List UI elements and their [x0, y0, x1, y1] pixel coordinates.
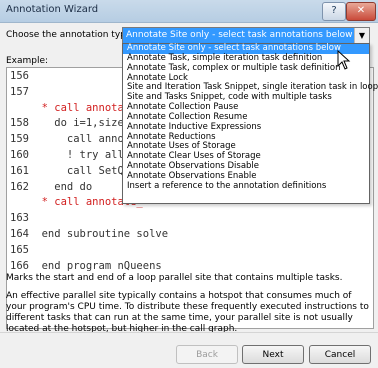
annotation-type-dropdown-list[interactable]: Annotate Site only - select task annotat…	[122, 43, 378, 204]
code-line-number: 157	[10, 85, 29, 98]
annotation-type-selected-value: Annotate Site only - select task annotat…	[126, 30, 353, 40]
title-bar: Annotation Wizard ? ✕	[0, 0, 378, 23]
annotation-wizard-dialog: Annotation Wizard ? ✕ Choose the annotat…	[0, 0, 378, 368]
description-summary: Marks the start and end of a loop parall…	[6, 273, 343, 283]
code-line-number: 161	[10, 164, 29, 177]
window-title: Annotation Wizard	[6, 4, 99, 15]
annotation-type-select[interactable]: Annotate Site only - select task annotat…	[122, 27, 370, 44]
mouse-cursor-icon	[337, 50, 351, 70]
description-detail: An effective parallel site typically con…	[6, 291, 369, 334]
code-line-number: 160	[10, 148, 29, 161]
code-line-text: do i=1,size	[28, 117, 124, 130]
code-line-number: 163	[10, 212, 29, 225]
next-button[interactable]: Next	[242, 345, 304, 364]
code-line-number	[10, 102, 29, 114]
code-line-text: end subroutine solve	[28, 227, 169, 240]
code-line-text: end do	[28, 180, 93, 193]
cancel-button[interactable]: Cancel	[309, 345, 371, 364]
annotation-type-label: Choose the annotation type:	[6, 30, 135, 40]
code-line-text: end program nQueens	[28, 259, 162, 272]
code-line: 165	[10, 243, 168, 259]
code-line-text: call SetQu	[28, 164, 131, 177]
code-line: 166 end program nQueens	[10, 259, 168, 275]
code-line-number: 166	[10, 259, 29, 272]
code-line-number: 164	[10, 227, 29, 240]
code-line-number: 156	[10, 70, 29, 82]
button-separator	[0, 332, 378, 333]
code-line: 164 end subroutine solve	[10, 227, 168, 243]
example-label: Example:	[6, 56, 49, 66]
back-button[interactable]: Back	[176, 345, 238, 364]
code-line-number: 165	[10, 243, 29, 256]
code-line-number: 159	[10, 133, 29, 146]
code-line-number: 162	[10, 180, 29, 193]
code-line-text: call annot	[28, 133, 131, 146]
help-button[interactable]: ?	[322, 2, 346, 21]
code-line-text: ! try all	[28, 148, 124, 161]
dropdown-option[interactable]: Insert a reference to the annotation def…	[123, 181, 369, 192]
code-line-number	[10, 196, 29, 208]
code-line-number: 158	[10, 117, 29, 130]
close-button[interactable]: ✕	[346, 2, 376, 21]
chevron-down-icon[interactable]: ▼	[354, 28, 369, 43]
code-line: 163	[10, 211, 168, 227]
